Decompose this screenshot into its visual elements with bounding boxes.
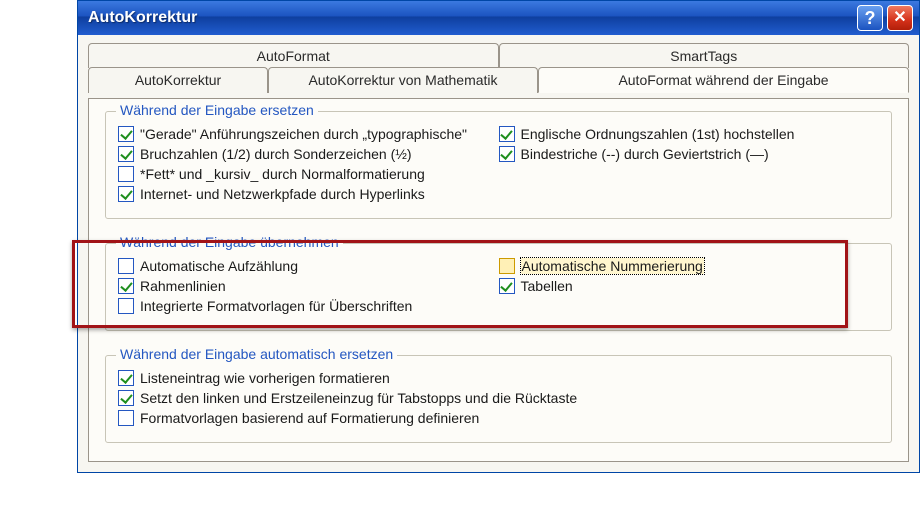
checkbox-icon [118, 278, 134, 294]
chk-list-format[interactable]: Listeneintrag wie vorherigen formatieren [118, 370, 879, 386]
chk-define-styles[interactable]: Formatvorlagen basierend auf Formatierun… [118, 410, 879, 426]
group3-left: Listeneintrag wie vorherigen formatieren… [118, 366, 879, 430]
group1-left: "Gerade" Anführungszeichen durch „typogr… [118, 122, 499, 206]
tab-row-upper: AutoFormat SmartTags [88, 43, 909, 68]
group1-right: Englische Ordnungszahlen (1st) hochstell… [499, 122, 880, 206]
checkbox-icon [118, 410, 134, 426]
tab-autokorrektur[interactable]: AutoKorrektur [88, 67, 268, 93]
chk-quotes[interactable]: "Gerade" Anführungszeichen durch „typogr… [118, 126, 499, 142]
chk-bold-italic[interactable]: *Fett* und _kursiv_ durch Normalformatie… [118, 166, 499, 182]
group-replace-typing: Während der Eingabe ersetzen "Gerade" An… [105, 111, 892, 219]
dialog-autokorrektur: AutoKorrektur ? ✕ AutoFormat SmartTags A… [77, 0, 920, 473]
help-button[interactable]: ? [857, 5, 883, 31]
tab-autoformat[interactable]: AutoFormat [88, 43, 499, 68]
chk-hyperlinks[interactable]: Internet- und Netzwerkpfade durch Hyperl… [118, 186, 499, 202]
checkbox-icon [499, 146, 515, 162]
chk-borders[interactable]: Rahmenlinien [118, 278, 499, 294]
titlebar[interactable]: AutoKorrektur ? ✕ [78, 1, 919, 35]
tab-row-lower: AutoKorrektur AutoKorrektur von Mathemat… [88, 67, 909, 93]
chk-fractions[interactable]: Bruchzahlen (1/2) durch Sonderzeichen (½… [118, 146, 499, 162]
chk-dashes[interactable]: Bindestriche (--) durch Geviertstrich (—… [499, 146, 880, 162]
tab-panel: Während der Eingabe ersetzen "Gerade" An… [88, 98, 909, 462]
checkbox-icon [499, 278, 515, 294]
chk-auto-numbering[interactable]: Automatische Nummerierung [499, 258, 880, 274]
tab-autokorrektur-math[interactable]: AutoKorrektur von Mathematik [268, 67, 538, 93]
window-title: AutoKorrektur [88, 9, 853, 27]
tab-smarttags[interactable]: SmartTags [499, 43, 910, 68]
chk-ordinals[interactable]: Englische Ordnungszahlen (1st) hochstell… [499, 126, 880, 142]
chk-tables[interactable]: Tabellen [499, 278, 880, 294]
group-apply-typing: Während der Eingabe übernehmen Automatis… [105, 243, 892, 331]
checkbox-icon [118, 370, 134, 386]
checkbox-icon [499, 126, 515, 142]
close-button[interactable]: ✕ [887, 5, 913, 31]
chk-heading-styles[interactable]: Integrierte Formatvorlagen für Überschri… [118, 298, 499, 314]
group2-right: Automatische Nummerierung Tabellen [499, 254, 880, 318]
checkbox-icon [118, 186, 134, 202]
tab-autoformat-typing[interactable]: AutoFormat während der Eingabe [538, 67, 909, 93]
checkbox-icon [118, 258, 134, 274]
checkbox-icon [499, 258, 515, 274]
checkbox-icon [118, 146, 134, 162]
group-title: Während der Eingabe automatisch ersetzen [116, 346, 397, 362]
checkbox-icon [118, 166, 134, 182]
group-title: Während der Eingabe übernehmen [116, 234, 343, 250]
group-auto-replace: Während der Eingabe automatisch ersetzen… [105, 355, 892, 443]
tab-strip: AutoFormat SmartTags AutoKorrektur AutoK… [88, 43, 909, 93]
dialog-client: AutoFormat SmartTags AutoKorrektur AutoK… [78, 35, 919, 472]
close-icon: ✕ [893, 10, 906, 26]
group-title: Während der Eingabe ersetzen [116, 102, 318, 118]
checkbox-icon [118, 126, 134, 142]
chk-indent-tab-back[interactable]: Setzt den linken und Erstzeileneinzug fü… [118, 390, 879, 406]
chk-auto-bullets[interactable]: Automatische Aufzählung [118, 258, 499, 274]
checkbox-icon [118, 298, 134, 314]
group2-left: Automatische Aufzählung Rahmenlinien Int… [118, 254, 499, 318]
checkbox-icon [118, 390, 134, 406]
